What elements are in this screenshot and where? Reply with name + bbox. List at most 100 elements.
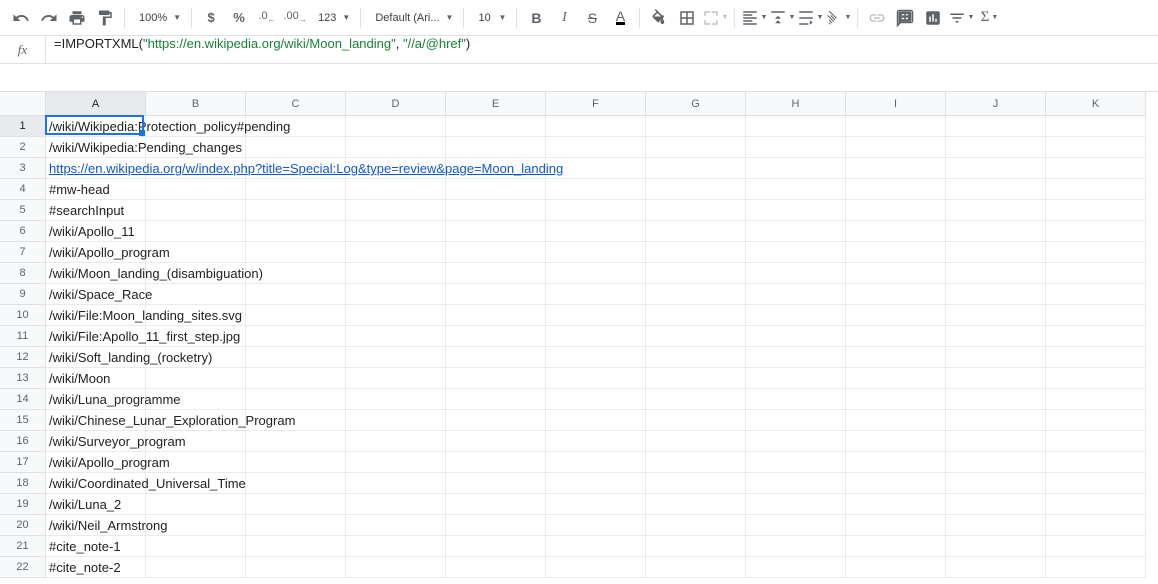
cell[interactable] <box>846 284 946 305</box>
cell[interactable] <box>546 347 646 368</box>
row-header[interactable]: 22 <box>0 557 46 578</box>
cell[interactable] <box>346 368 446 389</box>
col-header-F[interactable]: F <box>546 92 646 116</box>
vertical-align-button[interactable]: ▼ <box>769 5 795 31</box>
cell[interactable] <box>846 515 946 536</box>
cell[interactable] <box>446 452 546 473</box>
col-header-D[interactable]: D <box>346 92 446 116</box>
cell[interactable]: /wiki/Luna_programme <box>46 389 146 410</box>
cell[interactable] <box>946 473 1046 494</box>
cell[interactable] <box>146 284 246 305</box>
cell[interactable] <box>746 410 846 431</box>
cell[interactable] <box>246 326 346 347</box>
more-formats-select[interactable]: 123▼ <box>310 6 354 30</box>
cell[interactable] <box>346 263 446 284</box>
cell[interactable] <box>646 326 746 347</box>
cell[interactable] <box>446 347 546 368</box>
cell[interactable] <box>846 242 946 263</box>
cell[interactable] <box>846 431 946 452</box>
cell[interactable] <box>246 557 346 578</box>
formula-input[interactable]: =IMPORTXML("https://en.wikipedia.org/wik… <box>46 36 1158 63</box>
cell[interactable] <box>646 389 746 410</box>
fill-color-button[interactable] <box>646 5 672 31</box>
paint-format-button[interactable] <box>92 5 118 31</box>
cell[interactable] <box>346 515 446 536</box>
row-header[interactable]: 8 <box>0 263 46 284</box>
cell[interactable] <box>346 305 446 326</box>
col-header-A[interactable]: A <box>46 92 146 116</box>
cell[interactable] <box>246 473 346 494</box>
cell[interactable] <box>1046 347 1146 368</box>
cell[interactable] <box>946 368 1046 389</box>
cell[interactable] <box>746 242 846 263</box>
cell[interactable] <box>446 200 546 221</box>
bold-button[interactable]: B <box>523 5 549 31</box>
col-header-C[interactable]: C <box>246 92 346 116</box>
cell[interactable]: /wiki/Neil_Armstrong <box>46 515 146 536</box>
cell[interactable] <box>746 557 846 578</box>
cell[interactable] <box>646 221 746 242</box>
cell[interactable] <box>946 242 1046 263</box>
cell[interactable]: /wiki/File:Apollo_11_first_step.jpg <box>46 326 146 347</box>
cell[interactable] <box>146 200 246 221</box>
row-header[interactable]: 7 <box>0 242 46 263</box>
cell[interactable] <box>746 305 846 326</box>
functions-button[interactable]: Σ▼ <box>976 5 1002 31</box>
text-wrap-button[interactable]: ▼ <box>797 5 823 31</box>
cell[interactable] <box>346 242 446 263</box>
cell[interactable] <box>946 536 1046 557</box>
cell[interactable] <box>246 431 346 452</box>
cell[interactable] <box>246 389 346 410</box>
cell[interactable] <box>746 200 846 221</box>
cell[interactable]: /wiki/Soft_landing_(rocketry) <box>46 347 146 368</box>
cell[interactable] <box>346 347 446 368</box>
row-header[interactable]: 4 <box>0 179 46 200</box>
cell[interactable] <box>146 179 246 200</box>
row-header[interactable]: 16 <box>0 431 46 452</box>
cell[interactable] <box>446 179 546 200</box>
cell[interactable] <box>546 242 646 263</box>
cell[interactable] <box>546 536 646 557</box>
row-header[interactable]: 6 <box>0 221 46 242</box>
cell[interactable] <box>946 431 1046 452</box>
cell[interactable] <box>546 410 646 431</box>
text-rotation-button[interactable]: ▼ <box>825 5 851 31</box>
cell[interactable] <box>646 137 746 158</box>
cell[interactable] <box>346 452 446 473</box>
cell[interactable] <box>446 536 546 557</box>
cell[interactable] <box>546 305 646 326</box>
cell[interactable] <box>246 179 346 200</box>
cell[interactable] <box>446 263 546 284</box>
cell[interactable] <box>846 473 946 494</box>
cell[interactable] <box>646 515 746 536</box>
cell[interactable] <box>646 200 746 221</box>
cell[interactable]: /wiki/Chinese_Lunar_Exploration_Program <box>46 410 146 431</box>
cell[interactable] <box>846 116 946 137</box>
row-header[interactable]: 13 <box>0 368 46 389</box>
cell[interactable]: https://en.wikipedia.org/w/index.php?tit… <box>46 158 146 179</box>
cell[interactable] <box>246 494 346 515</box>
cell[interactable] <box>146 368 246 389</box>
cell[interactable] <box>246 242 346 263</box>
decrease-decimal-button[interactable]: .0← <box>254 5 280 31</box>
row-header[interactable]: 15 <box>0 410 46 431</box>
cell[interactable]: /wiki/Apollo_program <box>46 242 146 263</box>
cell[interactable] <box>446 494 546 515</box>
cell[interactable] <box>246 368 346 389</box>
cell[interactable] <box>246 347 346 368</box>
col-header-H[interactable]: H <box>746 92 846 116</box>
cell[interactable]: #cite_note-1 <box>46 536 146 557</box>
cell[interactable] <box>546 263 646 284</box>
cell[interactable] <box>546 200 646 221</box>
cell[interactable] <box>846 158 946 179</box>
cell[interactable] <box>346 284 446 305</box>
spreadsheet-grid[interactable]: ABCDEFGHIJK 1234567891011121314151617181… <box>0 92 1158 584</box>
cell[interactable] <box>1046 473 1146 494</box>
cell[interactable] <box>1046 137 1146 158</box>
text-color-button[interactable]: A <box>607 5 633 31</box>
cell[interactable] <box>446 389 546 410</box>
cell[interactable] <box>346 221 446 242</box>
cell[interactable] <box>746 452 846 473</box>
borders-button[interactable] <box>674 5 700 31</box>
cell[interactable] <box>746 158 846 179</box>
